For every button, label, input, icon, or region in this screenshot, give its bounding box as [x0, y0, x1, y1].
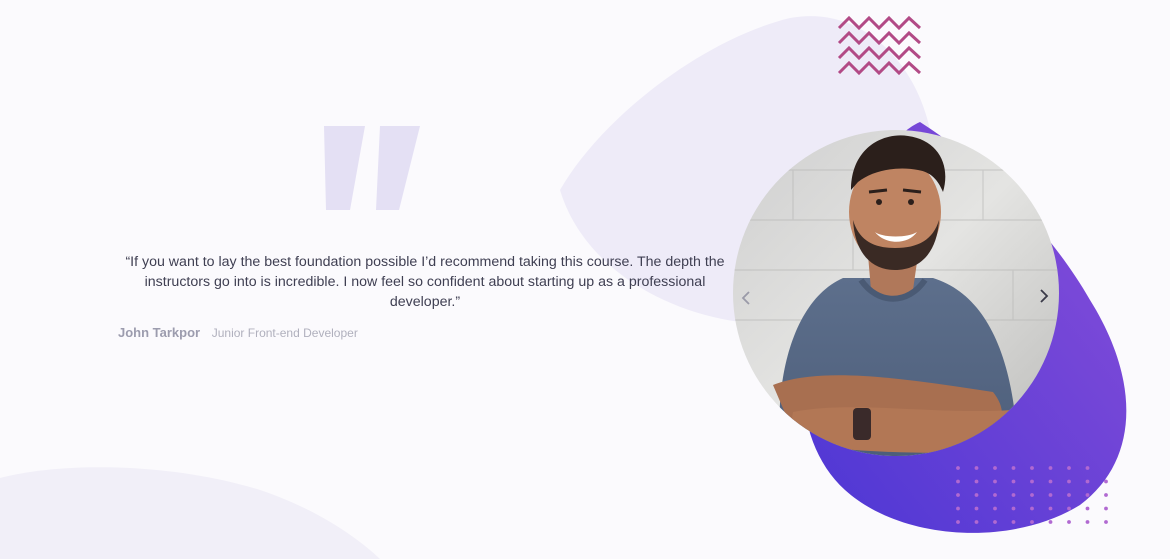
- dot: [1011, 520, 1016, 524]
- dot: [1067, 493, 1071, 497]
- dot: [974, 506, 979, 511]
- dot: [1030, 520, 1034, 524]
- dot: [1048, 506, 1053, 511]
- chevron-right-icon: [1040, 289, 1049, 303]
- bottom-left-blob: [0, 467, 380, 559]
- dot: [1085, 520, 1090, 524]
- testimonial-quote: “If you want to lay the best foundation …: [125, 254, 725, 310]
- avatar: [733, 130, 1059, 456]
- prev-slide-button[interactable]: [735, 287, 757, 309]
- dot: [993, 493, 997, 497]
- dot: [993, 466, 997, 470]
- dot: [1030, 506, 1034, 511]
- dot: [993, 506, 997, 511]
- dot: [1011, 479, 1016, 484]
- dot: [1104, 520, 1108, 524]
- dot: [993, 520, 997, 524]
- dot: [956, 466, 960, 470]
- dot: [1011, 506, 1016, 511]
- dot: [1030, 466, 1034, 470]
- dot: [1048, 520, 1053, 524]
- dot: [1067, 506, 1071, 511]
- dot: [956, 493, 960, 497]
- dot: [1067, 479, 1071, 484]
- dot: [1067, 466, 1071, 470]
- dot: [1085, 466, 1090, 470]
- dot: [1085, 506, 1090, 511]
- chevron-left-icon: [741, 291, 750, 305]
- next-slide-button[interactable]: [1033, 285, 1055, 307]
- dot: [1067, 520, 1071, 524]
- testimonial-author: John Tarkpor Junior Front-end Developer: [118, 325, 358, 340]
- dot: [1104, 506, 1108, 511]
- dot: [956, 506, 960, 511]
- dot: [1048, 493, 1053, 497]
- dot: [1085, 479, 1090, 484]
- dot: [974, 493, 979, 497]
- dot: [1030, 493, 1034, 497]
- dot: [974, 520, 979, 524]
- author-name: John Tarkpor: [118, 325, 201, 340]
- quote-icon: [324, 126, 420, 210]
- dot: [1104, 479, 1108, 484]
- author-role: Junior Front-end Developer: [211, 326, 358, 340]
- dot: [956, 520, 960, 524]
- dot: [1104, 493, 1108, 497]
- dot: [993, 479, 997, 484]
- dot: [956, 479, 960, 484]
- dot: [1011, 466, 1016, 470]
- dot: [1048, 466, 1053, 470]
- author-photo: [733, 130, 1059, 456]
- dot: [1085, 493, 1090, 497]
- dot: [1030, 479, 1034, 484]
- dot: [974, 466, 979, 470]
- dot: [1011, 493, 1016, 497]
- dot: [1048, 479, 1053, 484]
- dot: [974, 479, 979, 484]
